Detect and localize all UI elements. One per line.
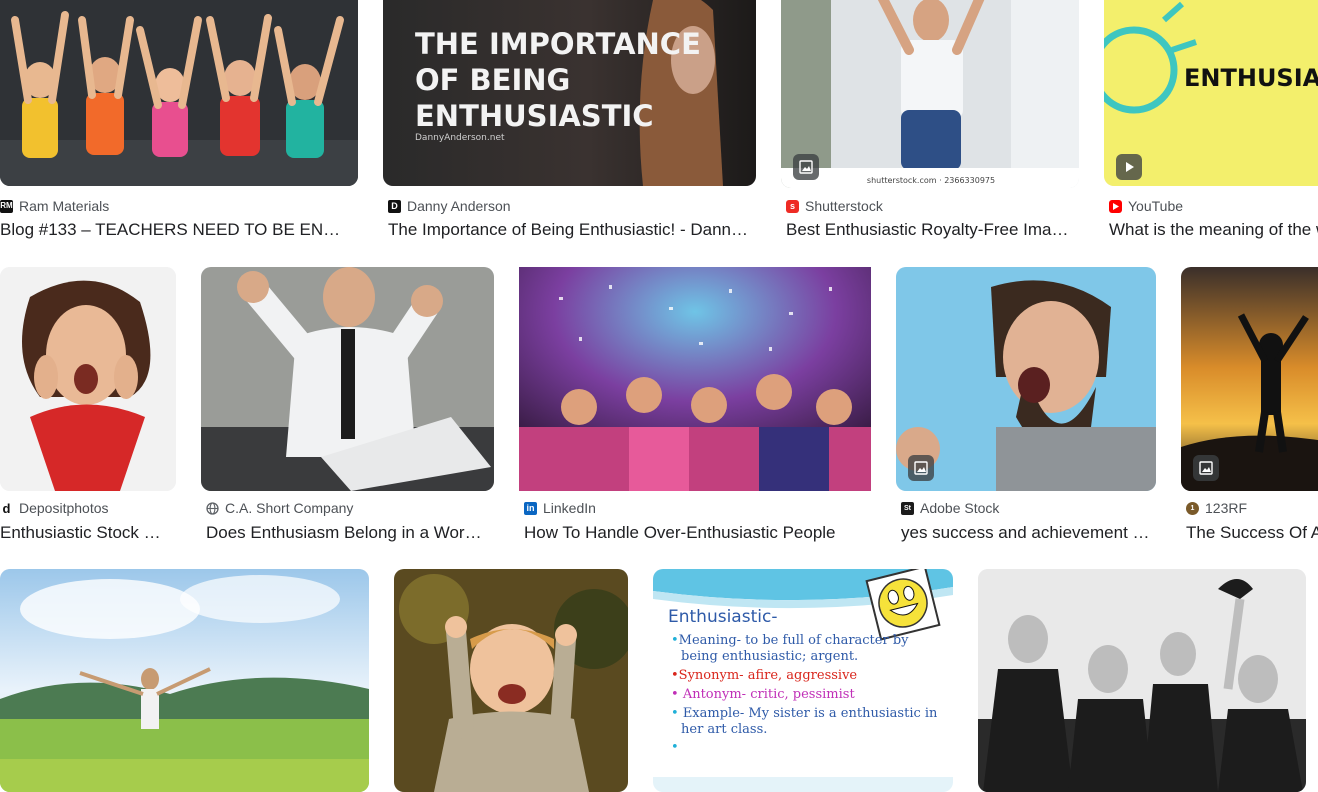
- result-source[interactable]: St Adobe Stock: [901, 500, 999, 516]
- result-image[interactable]: [1181, 267, 1318, 491]
- result-image[interactable]: [201, 267, 494, 491]
- result-image[interactable]: [0, 569, 369, 792]
- slide-line: •: [671, 740, 679, 755]
- rm-icon: RM: [0, 199, 13, 213]
- result-image[interactable]: THE IMPORTANCE OF BEING ENTHUSIASTIC Dan…: [383, 0, 756, 186]
- overlay-sub: DannyAnderson.net: [415, 133, 505, 143]
- result-source[interactable]: s Shutterstock: [786, 198, 883, 214]
- result-image[interactable]: [0, 267, 176, 491]
- slide-line: being enthusiastic; argent.: [681, 649, 859, 664]
- overlay-heading-line2: OF BEING: [415, 63, 570, 97]
- result-image[interactable]: [978, 569, 1306, 792]
- result-title[interactable]: Does Enthusiasm Belong in a Workplace?: [206, 523, 490, 543]
- result-source[interactable]: C.A. Short Company: [206, 500, 353, 516]
- result-image[interactable]: [519, 267, 871, 491]
- result-source[interactable]: in LinkedIn: [524, 500, 596, 516]
- youtube-icon: [1109, 199, 1122, 213]
- depositphotos-icon: d: [2, 500, 11, 516]
- d-icon: D: [388, 199, 401, 213]
- result-title[interactable]: yes success and achievement enthusiastic…: [901, 523, 1151, 543]
- video-badge: [1116, 154, 1142, 180]
- result-source[interactable]: d Depositphotos: [0, 500, 109, 516]
- play-icon: [1126, 162, 1134, 172]
- linkedin-icon: in: [524, 501, 537, 515]
- shutterstock-icon: s: [786, 199, 799, 213]
- result-title[interactable]: Enthusiastic Stock Photos: [0, 523, 170, 543]
- slide-line: her art class.: [681, 722, 768, 737]
- overlay-heading-line3: ENTHUSIASTIC: [415, 99, 654, 133]
- slide-heading: Enthusiastic-: [668, 607, 778, 627]
- slide-line: • Example- My sister is a enthusiastic i…: [671, 706, 938, 721]
- result-source[interactable]: RM Ram Materials: [0, 198, 109, 214]
- result-image[interactable]: shutterstock.com · 2366330975: [781, 0, 1079, 188]
- result-source[interactable]: D Danny Anderson: [388, 198, 511, 214]
- image-icon: [914, 461, 928, 475]
- result-source[interactable]: 1 123RF: [1186, 500, 1247, 516]
- slide-body: •Meaning- to be full of character by bei…: [671, 633, 937, 756]
- result-title[interactable]: Best Enthusiastic Royalty-Free Images: [786, 220, 1072, 240]
- image-badge: [1193, 455, 1219, 481]
- slide-line: •Synonym- afire, aggressive: [671, 668, 858, 683]
- result-image[interactable]: ENTHUSIASTIC: [1104, 0, 1318, 186]
- overlay-watermark: shutterstock.com · 2366330975: [867, 176, 995, 185]
- result-title[interactable]: What is the meaning of the word ENTHUSIA…: [1109, 220, 1318, 240]
- result-image[interactable]: [896, 267, 1156, 491]
- slide-line: • Antonym- critic, pessimist: [671, 687, 855, 702]
- overlay-heading-line1: THE IMPORTANCE: [415, 27, 701, 61]
- result-title[interactable]: The Success Of A Man: [1186, 523, 1318, 543]
- result-title[interactable]: How To Handle Over-Enthusiastic People: [524, 523, 869, 543]
- image-badge: [908, 455, 934, 481]
- result-title[interactable]: Blog #133 – TEACHERS NEED TO BE ENTHUSIA…: [0, 220, 350, 240]
- image-icon: [1199, 461, 1213, 475]
- overlay-heading: ENTHUSIASTIC: [1184, 64, 1318, 92]
- adobe-stock-icon: St: [901, 501, 914, 515]
- image-icon: [799, 160, 813, 174]
- slide-line: •Meaning- to be full of character by: [671, 633, 909, 648]
- image-badge: [793, 154, 819, 180]
- result-source[interactable]: YouTube: [1109, 198, 1183, 214]
- globe-icon: [206, 501, 219, 515]
- 123rf-icon: 1: [1186, 501, 1199, 515]
- result-image[interactable]: [394, 569, 628, 792]
- result-image[interactable]: [0, 0, 358, 186]
- result-title[interactable]: The Importance of Being Enthusiastic! - …: [388, 220, 754, 240]
- result-image[interactable]: Enthusiastic- •Meaning- to be full of ch…: [653, 569, 953, 792]
